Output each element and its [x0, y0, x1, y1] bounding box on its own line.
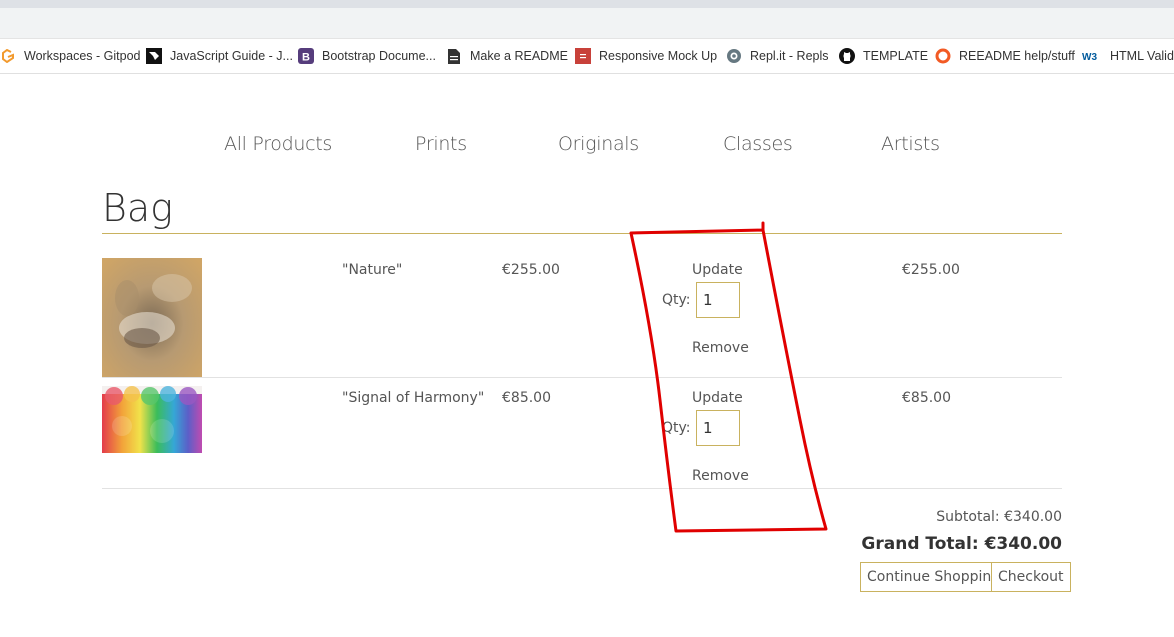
- mockup-icon: [575, 48, 591, 64]
- bookmark-label: REEADME help/stuff: [959, 49, 1075, 63]
- item-name[interactable]: "Signal of Harmony": [342, 390, 484, 406]
- bookmark-label: TEMPLATE: [863, 49, 929, 63]
- svg-text:W3: W3: [1082, 52, 1097, 62]
- nav-classes[interactable]: Classes: [723, 133, 793, 155]
- quantity-input[interactable]: [696, 410, 740, 446]
- svg-text:B: B: [302, 52, 310, 64]
- w3c-icon: W3: [1082, 48, 1102, 64]
- item-price: €85.00: [502, 390, 551, 406]
- bookmark-template[interactable]: TEMPLATE: [839, 39, 928, 73]
- bag-subtotal: Subtotal: €340.00: [936, 509, 1062, 525]
- grand-total: Grand Total: €340.00: [861, 534, 1062, 554]
- bookmark-label: Repl.it - Repls: [750, 49, 829, 63]
- product-image-nature: [102, 258, 202, 377]
- bookmark-gitpod[interactable]: Workspaces - Gitpod: [0, 39, 140, 73]
- nav-all-products[interactable]: All Products: [224, 133, 332, 155]
- update-link[interactable]: Update: [692, 262, 743, 278]
- remove-link[interactable]: Remove: [692, 340, 749, 356]
- bookmark-responsive-mockup[interactable]: Responsive Mock Up: [575, 39, 717, 73]
- item-price: €255.00: [502, 262, 560, 278]
- browser-address-area: [0, 8, 1174, 39]
- bookmark-bootstrap-docs[interactable]: B Bootstrap Docume...: [298, 39, 436, 73]
- circle-icon: [935, 48, 951, 64]
- bookmark-label: Workspaces - Gitpod: [24, 49, 141, 63]
- row-divider: [102, 377, 1062, 378]
- bookmark-label: Bootstrap Docume...: [322, 49, 436, 63]
- qty-label: Qty:: [662, 420, 691, 436]
- bookmark-label: HTML Validat: [1110, 49, 1174, 63]
- gitpod-icon: [0, 48, 16, 64]
- bookmark-html-validator[interactable]: W3 HTML Validat: [1082, 39, 1174, 73]
- nav-prints[interactable]: Prints: [415, 133, 467, 155]
- item-subtotal: €255.00: [902, 262, 960, 278]
- replit-icon: [726, 48, 742, 64]
- item-name[interactable]: "Nature": [342, 262, 402, 278]
- nav-artists[interactable]: Artists: [881, 133, 940, 155]
- update-link[interactable]: Update: [692, 390, 743, 406]
- item-subtotal: €85.00: [902, 390, 951, 406]
- bookmark-replit[interactable]: Repl.it - Repls: [726, 39, 829, 73]
- remove-link[interactable]: Remove: [692, 468, 749, 484]
- bookmark-readme-help[interactable]: REEADME help/stuff: [935, 39, 1075, 73]
- bookmark-label: Responsive Mock Up: [599, 49, 718, 63]
- mdn-icon: [146, 48, 162, 64]
- title-divider: [102, 233, 1062, 234]
- checkout-button[interactable]: Checkout: [991, 562, 1071, 592]
- bookmark-make-readme[interactable]: Make a README: [446, 39, 568, 73]
- bootstrap-icon: B: [298, 48, 314, 64]
- bookmark-label: Make a README: [470, 49, 568, 63]
- github-icon: [839, 48, 855, 64]
- bookmark-label: JavaScript Guide - J...: [170, 49, 293, 63]
- bookmark-javascript-guide[interactable]: JavaScript Guide - J...: [146, 39, 293, 73]
- bookmarks-bar: Workspaces - Gitpod JavaScript Guide - J…: [0, 39, 1174, 74]
- product-image-signal-of-harmony: [102, 386, 202, 453]
- browser-tab-strip: [0, 0, 1174, 8]
- quantity-input[interactable]: [696, 282, 740, 318]
- continue-shopping-button[interactable]: Continue Shopping: [860, 562, 1008, 592]
- qty-label: Qty:: [662, 292, 691, 308]
- document-icon: [446, 48, 462, 64]
- nav-originals[interactable]: Originals: [558, 133, 639, 155]
- row-divider: [102, 488, 1062, 489]
- page-title: Bag: [102, 186, 173, 230]
